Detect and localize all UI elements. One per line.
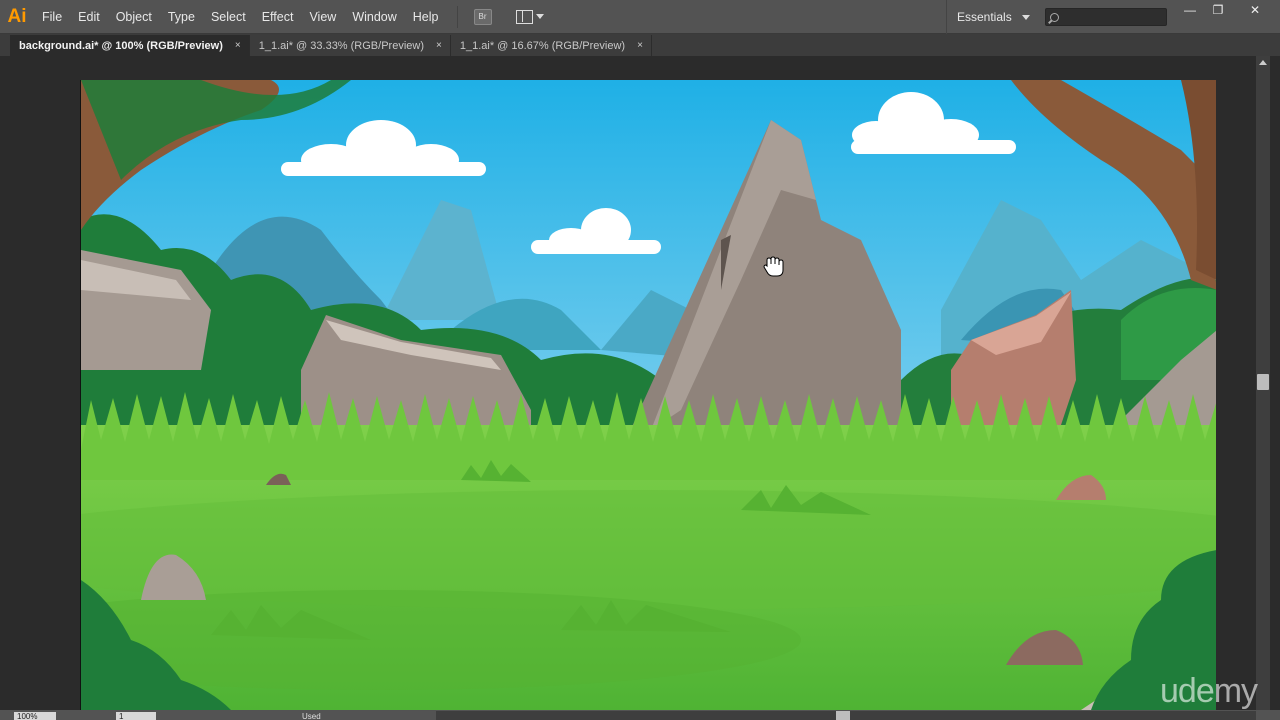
arrange-documents-icon (515, 9, 533, 24)
close-icon[interactable]: × (637, 40, 643, 51)
tab-background[interactable]: background.ai* @ 100% (RGB/Preview) × (10, 35, 250, 56)
menu-select[interactable]: Select (203, 0, 254, 34)
background-illustration (81, 80, 1216, 710)
vertical-scrollbar[interactable] (1256, 56, 1270, 710)
close-icon[interactable]: × (235, 40, 241, 51)
search-icon (1050, 12, 1059, 22)
menu-edit[interactable]: Edit (70, 0, 108, 34)
menu-window[interactable]: Window (344, 0, 404, 34)
udemy-watermark: udemy (1160, 672, 1258, 710)
menu-file[interactable]: File (34, 0, 70, 34)
workspace-label: Essentials (957, 10, 1012, 24)
menu-separator (456, 5, 458, 28)
document-canvas[interactable] (0, 56, 1256, 710)
tab-label: background.ai* @ 100% (RGB/Preview) (19, 39, 223, 52)
status-bar: 100% 1 Used (0, 710, 1280, 720)
close-window-button[interactable]: ✕ (1242, 2, 1268, 18)
artboard[interactable] (80, 80, 1216, 710)
minimize-button[interactable]: — (1177, 2, 1203, 18)
scrollbar-thumb[interactable] (836, 711, 850, 720)
scrollbar-thumb[interactable] (1257, 374, 1269, 390)
arrange-documents-button[interactable] (515, 9, 544, 24)
illustrator-window: Ai File Edit Object Type Select Effect V… (0, 0, 1280, 720)
workspace-switcher[interactable]: Essentials (946, 0, 1030, 34)
bridge-button[interactable]: Br (473, 8, 492, 25)
maximize-button[interactable]: ❐ (1205, 2, 1231, 18)
search-input[interactable] (1045, 8, 1167, 26)
grass-shade (81, 490, 1216, 610)
horizontal-scrollbar[interactable] (436, 711, 1256, 720)
status-text: Used (302, 712, 321, 720)
artboard-navigation-field[interactable]: 1 (116, 712, 156, 720)
tab-1-1-b[interactable]: 1_1.ai* @ 16.67% (RGB/Preview) × (451, 35, 652, 56)
menu-object[interactable]: Object (108, 0, 160, 34)
menu-view[interactable]: View (301, 0, 344, 34)
zoom-level-field[interactable]: 100% (14, 712, 56, 720)
tab-1-1-a[interactable]: 1_1.ai* @ 33.33% (RGB/Preview) × (250, 35, 451, 56)
menu-help[interactable]: Help (405, 0, 447, 34)
document-tab-bar: background.ai* @ 100% (RGB/Preview) × 1_… (0, 34, 1280, 56)
tab-label: 1_1.ai* @ 33.33% (RGB/Preview) (258, 39, 424, 52)
menu-effect[interactable]: Effect (254, 0, 302, 34)
close-icon[interactable]: × (436, 40, 442, 51)
window-edge (1270, 56, 1280, 710)
tab-label: 1_1.ai* @ 16.67% (RGB/Preview) (459, 39, 626, 52)
illustrator-logo: Ai (7, 5, 27, 27)
scroll-up-icon[interactable] (1259, 60, 1267, 65)
menu-type[interactable]: Type (160, 0, 203, 34)
chevron-down-icon (1021, 14, 1030, 20)
chevron-down-icon (535, 14, 544, 19)
